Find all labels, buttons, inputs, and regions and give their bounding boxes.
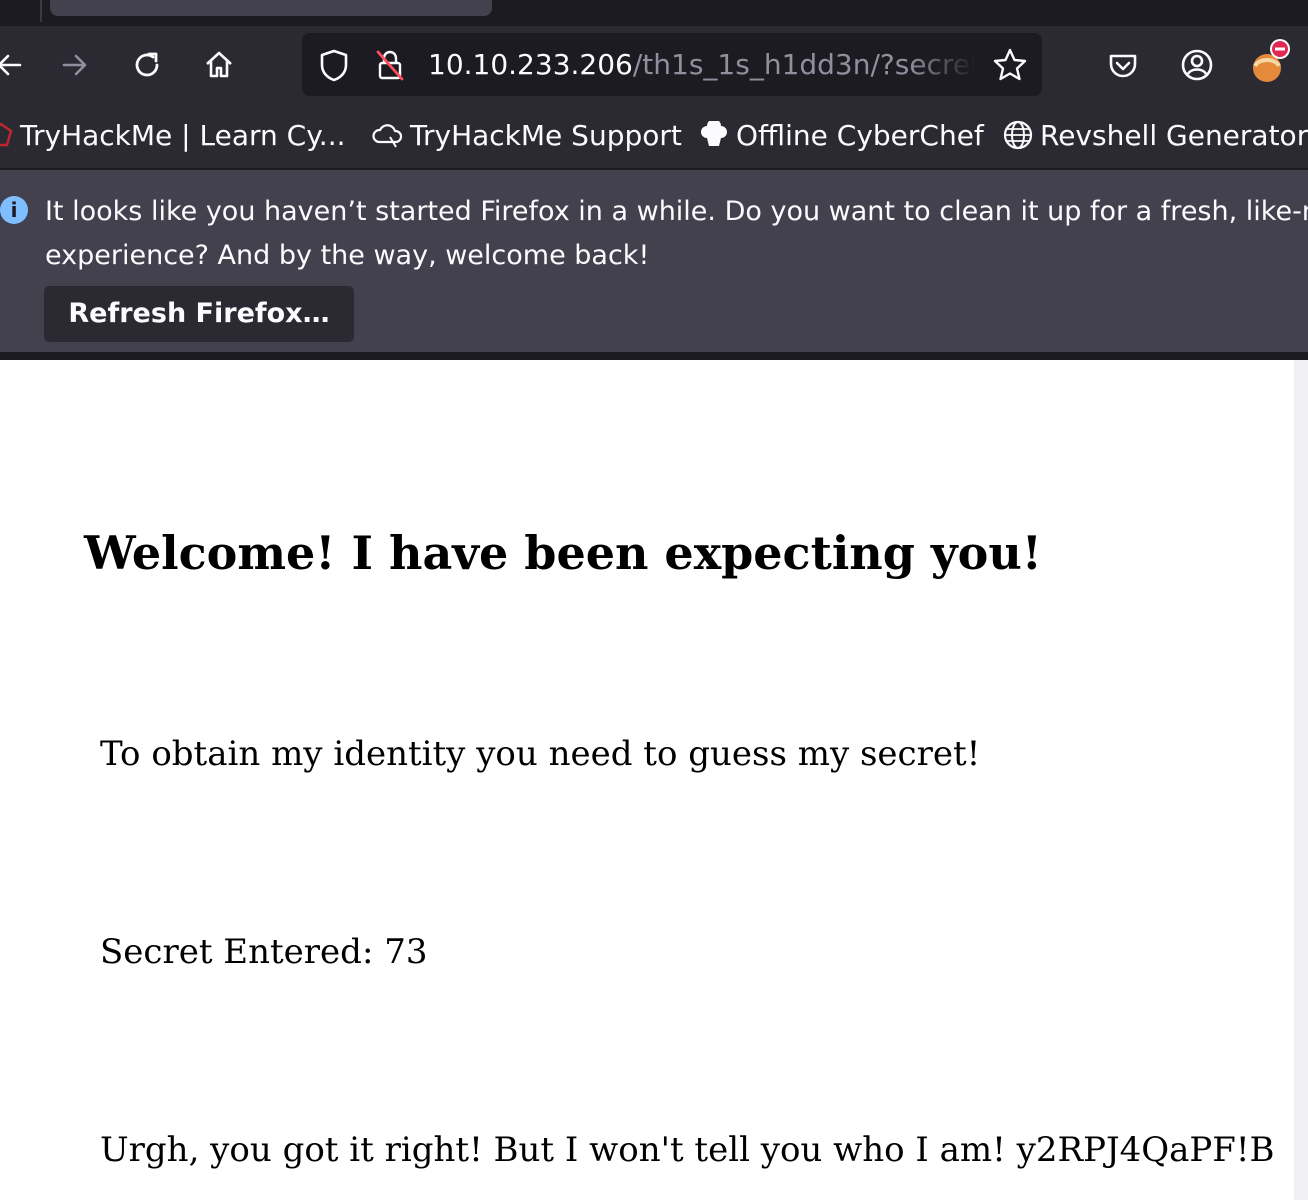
forward-button[interactable] xyxy=(50,40,100,90)
bookmark-tryhackme-support[interactable]: TryHackMe Support xyxy=(370,104,682,166)
forward-arrow-icon xyxy=(62,54,87,76)
back-button[interactable] xyxy=(0,40,34,90)
star-icon[interactable] xyxy=(992,47,1028,83)
pocket-button[interactable] xyxy=(1098,40,1148,90)
extension-button[interactable] xyxy=(1244,36,1294,86)
secret-entered-text: Secret Entered: 73 xyxy=(100,932,428,972)
bookmark-label: Revshell Generator xyxy=(1040,118,1308,152)
home-button[interactable] xyxy=(194,40,244,90)
intro-text: To obtain my identity you need to guess … xyxy=(100,734,981,774)
info-icon: i xyxy=(0,196,28,224)
globe-icon xyxy=(1002,119,1034,151)
bookmark-label: Offline CyberChef xyxy=(736,118,984,152)
tab-strip xyxy=(0,0,1308,26)
url-path: /th1s_1s_h1dd3n/?secret xyxy=(632,48,976,81)
chef-hat-icon xyxy=(698,121,730,149)
url-host: 10.10.233.206 xyxy=(428,48,633,81)
result-text: Urgh, you got it right! But I won't tell… xyxy=(100,1130,1275,1170)
navigation-toolbar: 10.10.233.206/th1s_1s_h1dd3n/?secret xyxy=(0,26,1308,104)
thm-icon xyxy=(0,121,14,149)
account-button[interactable] xyxy=(1172,40,1222,90)
url-text[interactable]: 10.10.233.206/th1s_1s_h1dd3n/?secret xyxy=(428,33,976,96)
extension-icon xyxy=(1253,39,1290,82)
reload-icon xyxy=(135,52,159,77)
reload-button[interactable] xyxy=(122,40,172,90)
page-heading: Welcome! I have been expecting you! xyxy=(84,526,1042,580)
page-scrollbar[interactable] xyxy=(1294,360,1308,1200)
account-icon xyxy=(1181,49,1213,81)
page-content: Welcome! I have been expecting you! To o… xyxy=(0,360,1308,1200)
bookmark-revshell-generator[interactable]: Revshell Generator xyxy=(1002,104,1308,166)
url-bar[interactable]: 10.10.233.206/th1s_1s_h1dd3n/?secret xyxy=(302,33,1042,96)
back-arrow-icon xyxy=(0,54,22,76)
bookmark-tryhackme[interactable]: TryHackMe | Learn Cy... xyxy=(0,104,346,166)
active-tab[interactable] xyxy=(50,0,492,16)
pocket-icon xyxy=(1109,54,1137,78)
insecure-lock-icon[interactable] xyxy=(374,48,406,82)
home-icon xyxy=(206,51,232,78)
cloud-icon xyxy=(370,121,404,149)
refresh-firefox-button[interactable]: Refresh Firefox… xyxy=(44,286,354,342)
notification-line-2: experience? And by the way, welcome back… xyxy=(45,240,650,271)
bookmark-label: TryHackMe Support xyxy=(410,118,682,152)
shield-icon[interactable] xyxy=(318,48,350,82)
bookmarks-toolbar: TryHackMe | Learn Cy... TryHackMe Suppor… xyxy=(0,104,1308,170)
tab-separator xyxy=(40,0,42,22)
bookmark-label: TryHackMe | Learn Cy... xyxy=(20,118,346,152)
bookmark-offline-cyberchef[interactable]: Offline CyberChef xyxy=(698,104,984,166)
notification-message: It looks like you haven’t started Firefo… xyxy=(45,190,1308,278)
notification-line-1: It looks like you haven’t started Firefo… xyxy=(45,196,1308,227)
